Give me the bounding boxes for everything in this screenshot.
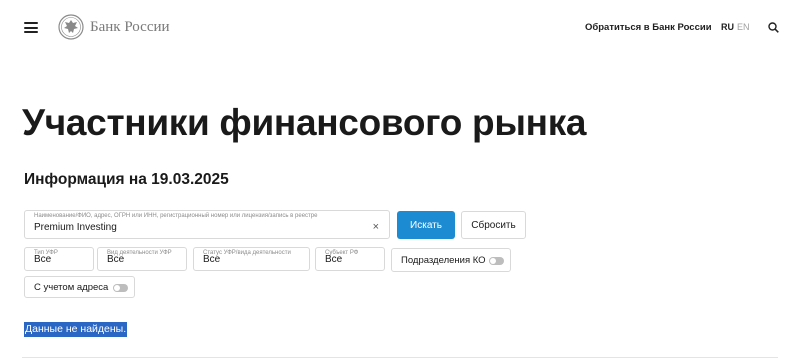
search-icon[interactable] <box>768 22 779 33</box>
address-toggle[interactable]: С учетом адреса <box>24 276 135 298</box>
filter-status-value: Все <box>203 254 221 265</box>
filter-type-value: Все <box>34 254 52 265</box>
clear-icon[interactable]: × <box>373 222 379 233</box>
filter-subject-value: Все <box>325 254 343 265</box>
menu-icon[interactable] <box>24 22 38 33</box>
page-title: Участники финансового рынка <box>22 102 587 143</box>
bank-of-russia-emblem[interactable] <box>58 14 84 40</box>
lang-ru-link[interactable]: RU <box>721 22 734 32</box>
lang-en-link[interactable]: EN <box>737 22 750 32</box>
search-query-value[interactable]: Premium Investing <box>34 222 117 233</box>
toggle-switch-icon[interactable] <box>113 284 128 292</box>
logo-text[interactable]: Банк России <box>90 19 170 36</box>
address-toggle-label: С учетом адреса <box>34 282 109 293</box>
filter-subject-select[interactable]: Субъект РФ Все <box>315 247 385 271</box>
divider <box>22 357 778 358</box>
no-data-message: Данные не найдены. <box>24 322 128 337</box>
filter-status-select[interactable]: Статус УФР/вида деятельности Все <box>193 247 310 271</box>
info-date-heading: Информация на 19.03.2025 <box>24 171 229 188</box>
divisions-ko-label: Подразделения КО <box>401 255 486 266</box>
reset-button[interactable]: Сбросить <box>461 211 526 239</box>
filter-type-select[interactable]: Тип УФР Все <box>24 247 94 271</box>
filter-activity-value: Все <box>107 254 125 265</box>
divisions-ko-toggle[interactable]: Подразделения КО <box>391 248 511 272</box>
search-button[interactable]: Искать <box>397 211 455 239</box>
search-query-label: Наименование/ФИО, адрес, ОГРН или ИНН, р… <box>34 213 318 219</box>
filter-activity-select[interactable]: Вид деятельности УФР Все <box>97 247 187 271</box>
toggle-switch-icon[interactable] <box>489 257 504 265</box>
search-query-field[interactable]: Наименование/ФИО, адрес, ОГРН или ИНН, р… <box>24 210 390 239</box>
contact-bank-link[interactable]: Обратиться в Банк России <box>585 22 712 33</box>
